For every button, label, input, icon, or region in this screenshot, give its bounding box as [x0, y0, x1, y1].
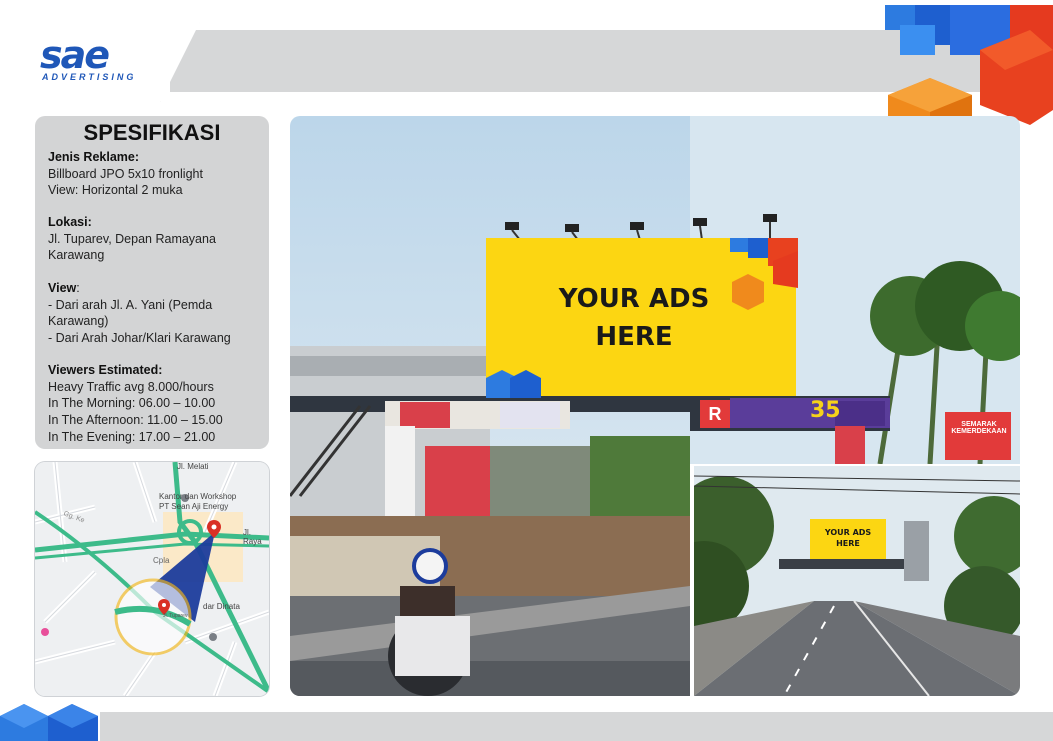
spec-view-line: - Dari arah Jl. A. Yani (Pemda [48, 297, 213, 312]
small-billboard-line: YOUR ADS [824, 528, 872, 537]
brand-logo: sae [40, 33, 110, 77]
spec-view-line: Karawang) [48, 314, 109, 329]
map-label: dar Dinata [203, 602, 240, 611]
spec-jenis: Jenis Reklame: Billboard JPO 5x10 fronli… [48, 149, 263, 199]
spec-jenis-line: Billboard JPO 5x10 fronlight [48, 166, 203, 181]
photo-scene [290, 116, 690, 696]
billboard-photo-street [694, 466, 1020, 696]
street-scene [694, 466, 1020, 696]
spec-viewers-label: Viewers Estimated: [48, 363, 163, 377]
billboard-photo-front [290, 116, 690, 696]
map-pin-icon [207, 520, 221, 538]
map-label: Jl. Melati [177, 462, 209, 471]
small-billboard-headline: YOUR ADS HERE [810, 527, 886, 549]
spec-view-label: View [48, 281, 77, 295]
bridge-sign-r: R [700, 400, 730, 428]
spec-lokasi-line: Jl. Tuparev, Depan Ramayana [48, 231, 216, 246]
spec-viewers-line: Heavy Traffic avg 8.000/hours [48, 379, 214, 394]
spec-lokasi: Lokasi: Jl. Tuparev, Depan Ramayana Kara… [48, 214, 263, 264]
spec-view: View: - Dari arah Jl. A. Yani (Pemda Kar… [48, 280, 263, 347]
decorative-cubes-bottom [0, 704, 98, 741]
spec-title: SPESIFIKASI [83, 120, 221, 145]
map-label: Jl. Raya [243, 528, 262, 546]
location-map[interactable]: Jl. Melati Kantor dan Workshop PT Sean A… [35, 462, 269, 696]
spec-viewers-line: In The Evening: 17.00 – 21.00 [48, 429, 216, 444]
spec-lokasi-line: Karawang [48, 248, 105, 263]
billboard-cube-decoration [486, 370, 541, 398]
bridge-sign-number: 35 [810, 398, 841, 423]
map-label: Kantor dan Workshop [159, 492, 237, 501]
billboard-headline: YOUR ADS HERE [486, 280, 782, 356]
spec-viewers-line: In The Afternoon: 11.00 – 15.00 [48, 413, 223, 428]
footer-band [100, 712, 1053, 741]
spec-jenis-label: Jenis Reklame: [48, 150, 140, 164]
spec-viewers-line: In The Morning: 06.00 – 10.00 [48, 396, 216, 411]
bridge-banner: SEMARAK KEMERDEKAAN [951, 421, 1007, 435]
billboard-line: YOUR ADS [558, 284, 710, 314]
spec-lokasi-label: Lokasi: [48, 215, 92, 229]
spec-viewers: Viewers Estimated: Heavy Traffic avg 8.0… [48, 362, 263, 446]
map-label: Jl. Tuparev [163, 613, 188, 619]
spec-jenis-line: View: Horizontal 2 muka [48, 183, 183, 198]
spec-view-line: - Dari Arah Johar/Klari Karawang [48, 331, 231, 346]
map-label: Cpla [153, 556, 170, 565]
brand-logo-subtitle: ADVERTISING [42, 72, 137, 82]
spec-view-colon: : [76, 281, 80, 295]
map-label: PT Sean Aji Energy [159, 502, 229, 511]
billboard-line: HERE [595, 322, 673, 352]
small-billboard-line: HERE [836, 539, 860, 548]
